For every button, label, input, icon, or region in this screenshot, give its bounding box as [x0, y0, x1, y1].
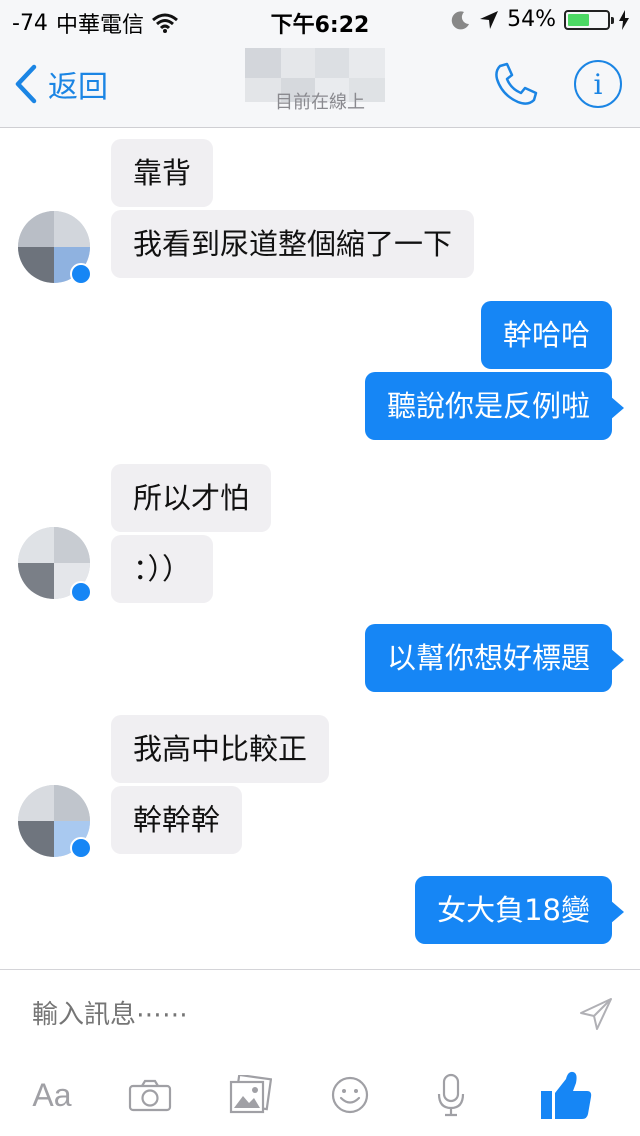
back-button[interactable]: 返回 [14, 62, 108, 106]
status-bar: -74 中華電信 下午6:22 54% [0, 0, 640, 40]
composer-toolbar: Aa [0, 1070, 640, 1120]
messenger-badge-icon [70, 837, 92, 859]
gallery-icon [229, 1075, 272, 1114]
moon-icon [451, 10, 470, 29]
like-button[interactable] [538, 1070, 594, 1120]
back-chevron-icon [15, 64, 37, 104]
location-arrow-icon [480, 10, 499, 29]
info-icon: i [593, 67, 603, 101]
incoming-message[interactable]: ：）） [111, 535, 214, 603]
presence-status: 目前在線上 [275, 92, 365, 113]
incoming-message[interactable]: 我看到尿道整個縮了一下 [111, 210, 475, 278]
info-button[interactable]: i [574, 60, 622, 108]
like-icon [541, 1071, 592, 1119]
voice-message-button[interactable] [436, 1070, 466, 1120]
emoji-button[interactable] [330, 1070, 370, 1120]
outgoing-message[interactable]: 以幫你想好標題 [364, 624, 625, 692]
send-icon[interactable] [578, 996, 614, 1032]
back-label: 返回 [48, 70, 108, 105]
message-thread[interactable]: 靠背 我看到尿道整個縮了一下 幹哈哈 聽說你是反例啦 所以才怕 ：）） 以幫你想… [0, 129, 640, 969]
incoming-message[interactable]: 所以才怕 [111, 464, 272, 532]
status-right: 54% [451, 7, 630, 32]
photo-gallery-button[interactable] [228, 1070, 272, 1120]
charging-icon [619, 9, 629, 30]
message-input[interactable] [32, 998, 572, 1032]
battery-percent: 54% [507, 7, 556, 32]
outgoing-message[interactable]: 聽說你是反例啦 [364, 372, 625, 440]
microphone-icon [437, 1073, 465, 1117]
incoming-message[interactable]: 幹幹幹 [111, 786, 243, 854]
text-format-button[interactable]: Aa [26, 1070, 78, 1120]
incoming-message[interactable]: 靠背 [111, 139, 214, 207]
incoming-message[interactable]: 我高中比較正 [111, 715, 330, 783]
battery-fill [568, 13, 589, 26]
messenger-badge-icon [70, 263, 92, 285]
outgoing-message[interactable]: 女大負18變 [415, 876, 624, 944]
call-button[interactable] [490, 60, 540, 110]
composer: Aa [0, 969, 640, 1136]
emoji-icon [331, 1076, 369, 1114]
outgoing-message[interactable]: 幹哈哈 [480, 301, 612, 369]
phone-icon [495, 62, 538, 105]
nav-bar: 返回 目前在線上 i [0, 40, 640, 128]
battery-icon [564, 9, 614, 30]
camera-icon [128, 1079, 172, 1112]
messenger-badge-icon [70, 581, 92, 603]
camera-button[interactable] [128, 1070, 172, 1120]
